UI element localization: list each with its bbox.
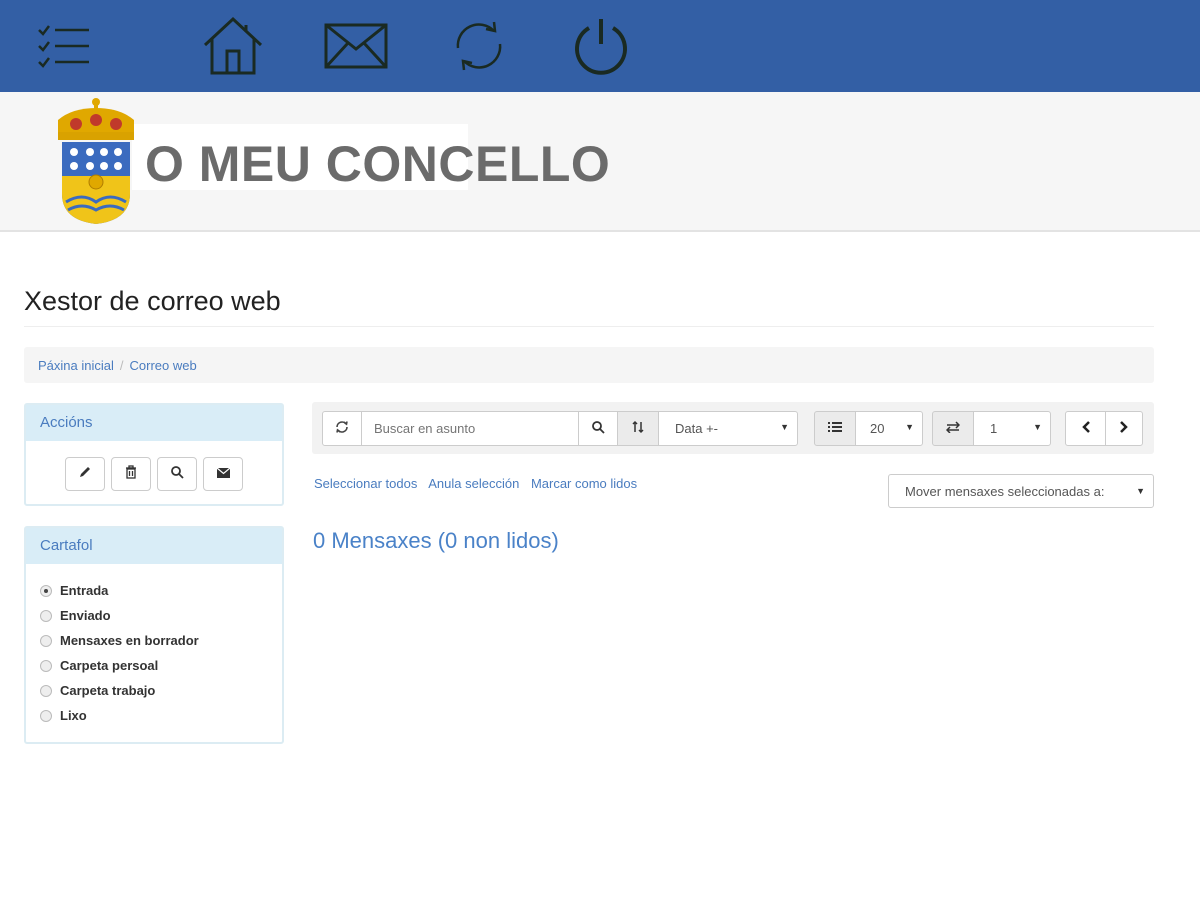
home-icon[interactable] xyxy=(200,12,266,80)
folder-label: Mensaxes en borrador xyxy=(60,633,199,648)
sort-order-button[interactable] xyxy=(617,411,659,446)
folder-label: Lixo xyxy=(60,708,87,723)
select-all-link[interactable]: Seleccionar todos xyxy=(314,476,417,491)
search-icon xyxy=(170,465,184,483)
envelope-icon xyxy=(216,466,231,483)
breadcrumb: Páxina inicial / Correo web xyxy=(24,347,1154,383)
page-size-button[interactable] xyxy=(814,411,856,446)
mail-icon[interactable] xyxy=(322,12,390,80)
sort-field-select[interactable]: Data +- ▼ xyxy=(658,411,798,446)
swap-arrows-icon xyxy=(945,421,961,436)
breadcrumb-separator: / xyxy=(119,357,124,373)
heading-divider xyxy=(24,326,1154,327)
site-title: O MEU CONCELLO xyxy=(145,136,611,192)
coat-of-arms-logo xyxy=(52,94,140,231)
chevron-left-icon xyxy=(1081,420,1091,437)
power-icon[interactable] xyxy=(568,12,634,80)
caret-down-icon: ▼ xyxy=(780,422,789,432)
chevron-right-icon xyxy=(1119,420,1129,437)
search-button[interactable] xyxy=(578,411,618,446)
folder-radio[interactable] xyxy=(40,659,52,672)
actions-panel: Accións xyxy=(24,403,284,506)
next-page-button[interactable] xyxy=(1105,411,1143,446)
move-messages-select[interactable]: Mover mensaxes seleccionadas a: ▼ xyxy=(888,474,1154,508)
mark-read-link[interactable]: Marcar como lidos xyxy=(531,476,637,491)
clear-selection-link[interactable]: Anula selección xyxy=(428,476,519,491)
selection-links: Seleccionar todos Anula selección Marcar… xyxy=(314,476,645,491)
sort-arrows-icon xyxy=(631,420,645,437)
refresh-icon xyxy=(335,420,349,437)
folders-panel: Cartafol Entrada Enviado Mensaxes en bor… xyxy=(24,526,284,744)
sort-field-value: Data +- xyxy=(675,421,718,436)
folder-radio[interactable] xyxy=(40,709,52,722)
folder-item-trash[interactable]: Lixo xyxy=(40,703,282,728)
search-mail-button[interactable] xyxy=(157,457,197,491)
top-nav-bar xyxy=(0,0,1200,92)
page-size-value: 20 xyxy=(870,421,885,436)
caret-down-icon: ▼ xyxy=(905,422,914,432)
breadcrumb-home-link[interactable]: Páxina inicial xyxy=(38,358,114,373)
folder-radio[interactable] xyxy=(40,609,52,622)
menu-list-icon[interactable] xyxy=(30,12,96,80)
page-title: Xestor de correo web xyxy=(24,286,281,316)
send-receive-button[interactable] xyxy=(203,457,243,491)
folder-radio[interactable] xyxy=(40,684,52,697)
move-messages-value: Mover mensaxes seleccionadas a: xyxy=(905,483,1105,499)
list-icon xyxy=(828,421,842,436)
page-jump-button[interactable] xyxy=(932,411,974,446)
pencil-icon xyxy=(78,465,92,483)
actions-panel-title: Accións xyxy=(26,405,282,441)
page-size-select[interactable]: 20 ▼ xyxy=(855,411,923,446)
previous-page-button[interactable] xyxy=(1065,411,1106,446)
folder-item-work[interactable]: Carpeta trabajo xyxy=(40,678,282,703)
caret-down-icon: ▼ xyxy=(1136,486,1145,496)
subject-search-input[interactable] xyxy=(361,411,579,446)
folder-radio[interactable] xyxy=(40,634,52,647)
compose-button[interactable] xyxy=(65,457,105,491)
breadcrumb-webmail-link[interactable]: Correo web xyxy=(130,358,197,373)
folder-label: Carpeta trabajo xyxy=(60,683,156,698)
message-count: 0 Mensaxes (0 non lidos) xyxy=(313,528,559,553)
folder-item-inbox[interactable]: Entrada xyxy=(40,578,282,603)
folder-item-personal[interactable]: Carpeta persoal xyxy=(40,653,282,678)
delete-button[interactable] xyxy=(111,457,151,491)
page-number-select[interactable]: 1 ▼ xyxy=(973,411,1051,446)
folder-label: Enviado xyxy=(60,608,111,623)
refresh-icon[interactable] xyxy=(446,12,512,80)
search-icon xyxy=(591,420,605,437)
page-number-value: 1 xyxy=(990,421,998,436)
folder-item-sent[interactable]: Enviado xyxy=(40,603,282,628)
refresh-list-button[interactable] xyxy=(322,411,362,446)
folder-label: Entrada xyxy=(60,583,109,598)
mail-toolbar: Data +- ▼ 20 ▼ 1 ▼ xyxy=(312,402,1154,454)
folders-panel-title: Cartafol xyxy=(26,528,282,564)
folder-label: Carpeta persoal xyxy=(60,658,159,673)
folder-list: Entrada Enviado Mensaxes en borrador Car… xyxy=(26,578,282,728)
folder-radio[interactable] xyxy=(40,584,52,597)
folder-item-drafts[interactable]: Mensaxes en borrador xyxy=(40,628,282,653)
site-banner: O MEU CONCELLO xyxy=(0,92,1200,232)
trash-icon xyxy=(124,465,138,483)
caret-down-icon: ▼ xyxy=(1033,422,1042,432)
